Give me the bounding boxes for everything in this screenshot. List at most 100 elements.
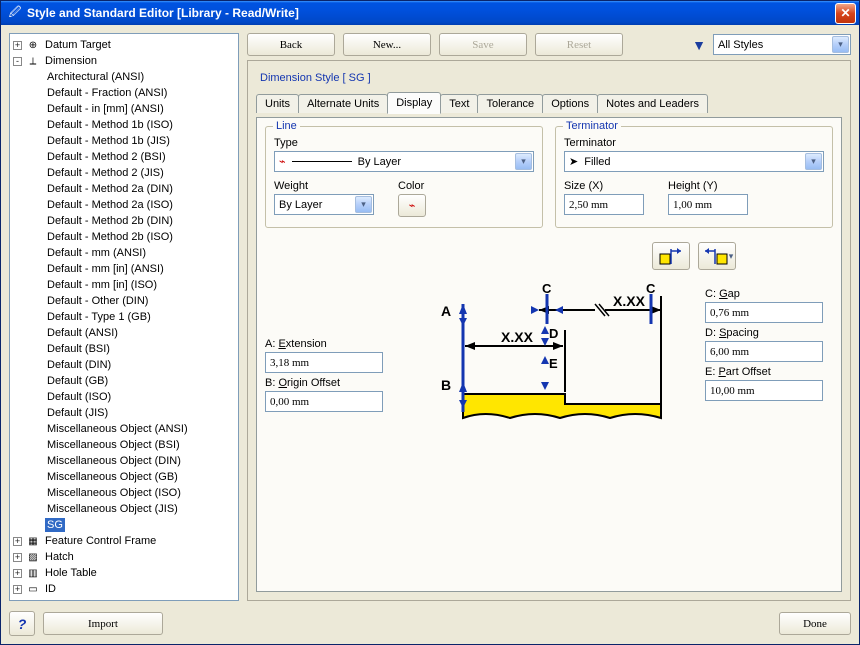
tree-label: Miscellaneous Object (ISO) xyxy=(45,486,183,500)
combo-line-type[interactable]: ⌁ By Layer ▾ xyxy=(274,151,534,172)
tree-label: Default - Method 2 (BSI) xyxy=(45,150,168,164)
dimension-diagram: X.XX C C xyxy=(435,284,665,424)
swap-right-button[interactable]: ▾ xyxy=(698,242,736,270)
tree-label: Default - Other (DIN) xyxy=(45,294,150,308)
tree-item[interactable]: Default (ISO) xyxy=(13,389,235,405)
expand-icon[interactable]: + xyxy=(13,41,22,50)
close-button[interactable]: ✕ xyxy=(835,3,856,24)
tree-item[interactable]: Miscellaneous Object (BSI) xyxy=(13,437,235,453)
tab-notes-and-leaders[interactable]: Notes and Leaders xyxy=(597,94,708,113)
tree-item[interactable]: +▨Hatch xyxy=(13,549,235,565)
tree-label: Miscellaneous Object (ANSI) xyxy=(45,422,190,436)
tree-item[interactable]: Default - Other (DIN) xyxy=(13,293,235,309)
expand-icon[interactable]: + xyxy=(13,569,22,578)
tree-label: Dimension xyxy=(43,54,99,68)
tree-item[interactable]: Default - mm (ANSI) xyxy=(13,245,235,261)
new-button[interactable]: New... xyxy=(343,33,431,56)
tree-label: Default - Fraction (ANSI) xyxy=(45,86,169,100)
swap-left-button[interactable] xyxy=(652,242,690,270)
tree-item[interactable]: +⊕Datum Target xyxy=(13,37,235,53)
tree-label: Default (ISO) xyxy=(45,390,113,404)
import-button[interactable]: Import xyxy=(43,612,163,635)
weight-value: By Layer xyxy=(279,199,322,211)
toolbar: Back New... Save Reset ▼ All Styles ▾ xyxy=(247,33,851,56)
tree-item[interactable]: +▥Hole Table xyxy=(13,565,235,581)
tree-item[interactable]: Default - Type 1 (GB) xyxy=(13,309,235,325)
tree-label: SG xyxy=(45,518,65,532)
tab-tolerance[interactable]: Tolerance xyxy=(477,94,543,113)
expand-icon[interactable]: + xyxy=(13,537,22,546)
tree-item[interactable]: Default (JIS) xyxy=(13,405,235,421)
tree-item[interactable]: Default - Method 2a (ISO) xyxy=(13,197,235,213)
tree-item[interactable]: Miscellaneous Object (ANSI) xyxy=(13,421,235,437)
tree-item[interactable]: Default (GB) xyxy=(13,373,235,389)
label-c-gap: C: Gap xyxy=(705,288,833,300)
tree-item[interactable]: Default - mm [in] (ISO) xyxy=(13,277,235,293)
tree-item[interactable]: Default - Method 1b (JIS) xyxy=(13,133,235,149)
tree-item[interactable]: Miscellaneous Object (ISO) xyxy=(13,485,235,501)
app-icon: 🖉 xyxy=(7,5,23,21)
tree-item[interactable]: Default - Fraction (ANSI) xyxy=(13,85,235,101)
label-terminator: Terminator xyxy=(564,137,824,149)
tree-label: Default - Method 2a (DIN) xyxy=(45,182,175,196)
tree-item[interactable]: Miscellaneous Object (JIS) xyxy=(13,501,235,517)
tree-item[interactable]: Miscellaneous Object (DIN) xyxy=(13,453,235,469)
tab-units[interactable]: Units xyxy=(256,94,299,113)
tree-label: Default (BSI) xyxy=(45,342,112,356)
input-b-origin-offset[interactable] xyxy=(265,391,383,412)
tree-item[interactable]: Default - in [mm] (ANSI) xyxy=(13,101,235,117)
legend-line: Line xyxy=(273,120,300,132)
input-sizex[interactable] xyxy=(564,194,644,215)
chevron-down-icon: ▾ xyxy=(832,36,849,53)
tree-label: Default - Method 1b (JIS) xyxy=(45,134,172,148)
done-button[interactable]: Done xyxy=(779,612,851,635)
tab-display[interactable]: Display xyxy=(387,92,441,114)
tree-item[interactable]: Default - Method 2b (DIN) xyxy=(13,213,235,229)
tree-label: Hatch xyxy=(43,550,76,564)
tree-item[interactable]: Default - Method 2 (BSI) xyxy=(13,149,235,165)
tree-node-icon: ⟂ xyxy=(25,53,41,69)
tab-alternate-units[interactable]: Alternate Units xyxy=(298,94,388,113)
tree-item[interactable]: +▦Feature Control Frame xyxy=(13,533,235,549)
tree-item[interactable]: Default - Method 1b (ISO) xyxy=(13,117,235,133)
input-d-spacing[interactable] xyxy=(705,341,823,362)
expand-icon[interactable]: + xyxy=(13,585,22,594)
expand-icon[interactable]: + xyxy=(13,553,22,562)
save-button[interactable]: Save xyxy=(439,33,527,56)
combo-weight[interactable]: By Layer ▾ xyxy=(274,194,374,215)
group-line: Line Type ⌁ By Layer ▾ xyxy=(265,126,543,228)
tree-item[interactable]: SG xyxy=(13,517,235,533)
tree-item[interactable]: Default - Method 2b (ISO) xyxy=(13,229,235,245)
tree-item[interactable]: +▭ID xyxy=(13,581,235,597)
tree-item[interactable]: -⟂Dimension xyxy=(13,53,235,69)
swap-right-icon xyxy=(705,247,729,265)
filter-icon[interactable]: ▼ xyxy=(691,37,707,53)
tree-item[interactable]: Default (BSI) xyxy=(13,341,235,357)
tree-item[interactable]: Default (ANSI) xyxy=(13,325,235,341)
tree-item[interactable]: Architectural (ANSI) xyxy=(13,69,235,85)
input-e-part-offset[interactable] xyxy=(705,380,823,401)
tree-label: Feature Control Frame xyxy=(43,534,158,548)
filter-combo[interactable]: All Styles ▾ xyxy=(713,34,851,55)
back-button[interactable]: Back xyxy=(247,33,335,56)
tree-item[interactable]: Default (DIN) xyxy=(13,357,235,373)
combo-terminator[interactable]: ➤ Filled ▾ xyxy=(564,151,824,172)
tree-item[interactable]: Miscellaneous Object (GB) xyxy=(13,469,235,485)
tree-item[interactable]: Default - mm [in] (ANSI) xyxy=(13,261,235,277)
help-button[interactable]: ? xyxy=(9,611,35,636)
tree-item[interactable]: Default - Method 2 (JIS) xyxy=(13,165,235,181)
input-heighty[interactable] xyxy=(668,194,748,215)
arrow-right-icon: ➤ xyxy=(569,155,578,168)
tree-label: ID xyxy=(43,582,58,596)
chevron-down-icon: ▾ xyxy=(355,196,372,213)
input-c-gap[interactable] xyxy=(705,302,823,323)
input-a-extension[interactable] xyxy=(265,352,383,373)
collapse-icon[interactable]: - xyxy=(13,57,22,66)
color-button[interactable]: ⌁ xyxy=(398,194,426,217)
reset-button[interactable]: Reset xyxy=(535,33,623,56)
style-tree[interactable]: +⊕Datum Target-⟂DimensionArchitectural (… xyxy=(9,33,239,601)
tab-options[interactable]: Options xyxy=(542,94,598,113)
tree-item[interactable]: Default - Method 2a (DIN) xyxy=(13,181,235,197)
svg-text:B: B xyxy=(441,377,451,393)
tab-text[interactable]: Text xyxy=(440,94,478,113)
